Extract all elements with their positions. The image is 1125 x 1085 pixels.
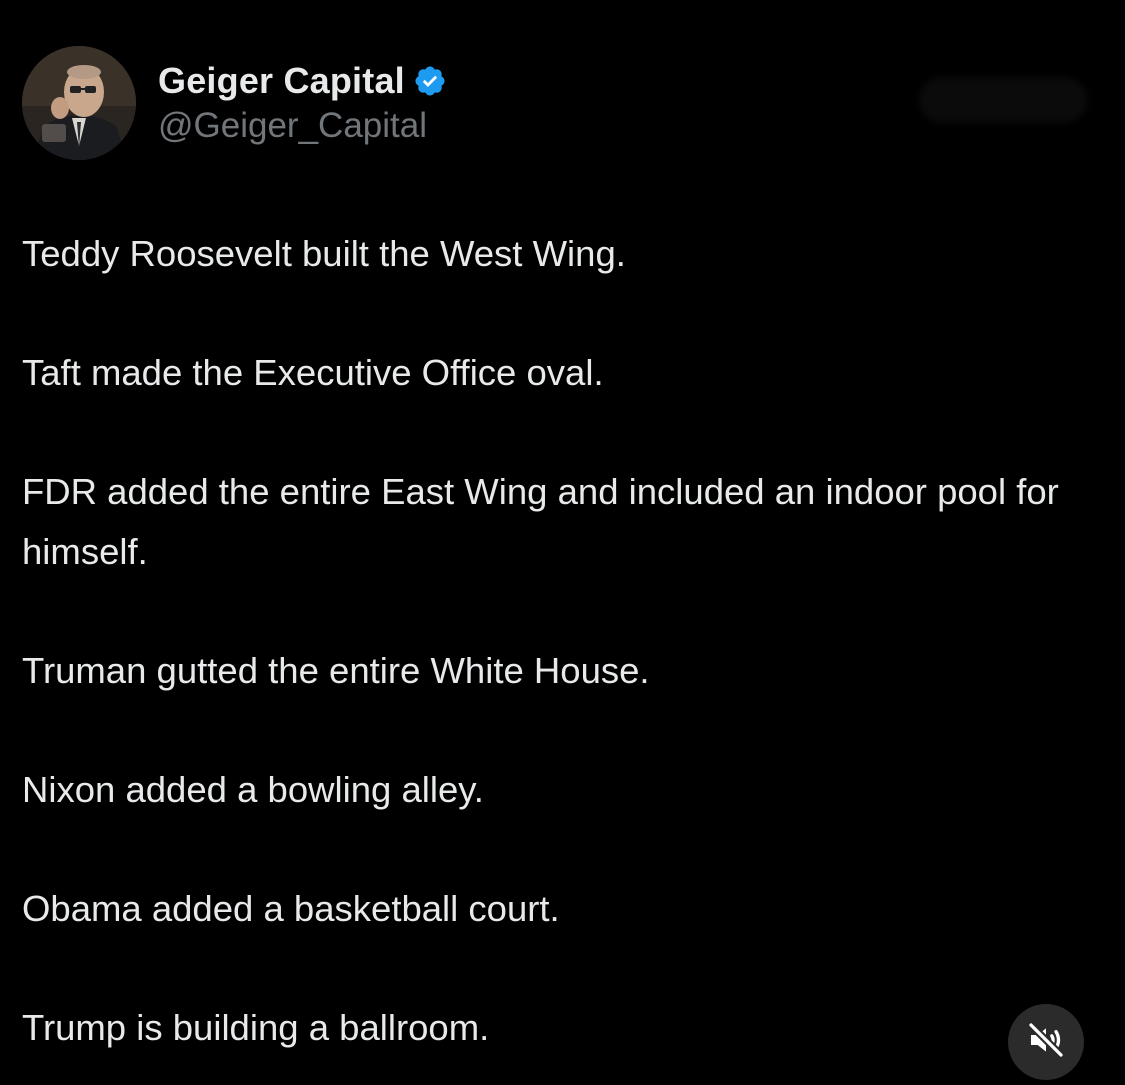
post-paragraph: FDR added the entire East Wing and inclu…: [22, 471, 1059, 572]
avatar[interactable]: [22, 46, 136, 160]
avatar-photo: [22, 46, 136, 160]
verified-badge-icon: [413, 64, 447, 98]
display-name-row: Geiger Capital: [158, 58, 447, 104]
post-text: Teddy Roosevelt built the West Wing. Taf…: [22, 224, 1112, 1058]
post-paragraph: Truman gutted the entire White House.: [22, 650, 650, 691]
post-paragraph: Nixon added a bowling alley.: [22, 769, 484, 810]
post-paragraph: Taft made the Executive Office oval.: [22, 352, 604, 393]
post-paragraph: Teddy Roosevelt built the West Wing.: [22, 233, 626, 274]
unmute-button[interactable]: [1008, 1004, 1084, 1080]
speaker-muted-icon: [1026, 1020, 1066, 1065]
blurred-follow-button: [921, 80, 1085, 120]
author-display-name[interactable]: Geiger Capital: [158, 60, 405, 102]
post-header: Geiger Capital @Geiger_Capital: [22, 46, 1103, 162]
post-paragraph: Trump is building a ballroom.: [22, 1007, 490, 1048]
author-handle[interactable]: @Geiger_Capital: [158, 106, 447, 146]
post-paragraph: Obama added a basketball court.: [22, 888, 560, 929]
author-identity: Geiger Capital @Geiger_Capital: [158, 58, 447, 146]
